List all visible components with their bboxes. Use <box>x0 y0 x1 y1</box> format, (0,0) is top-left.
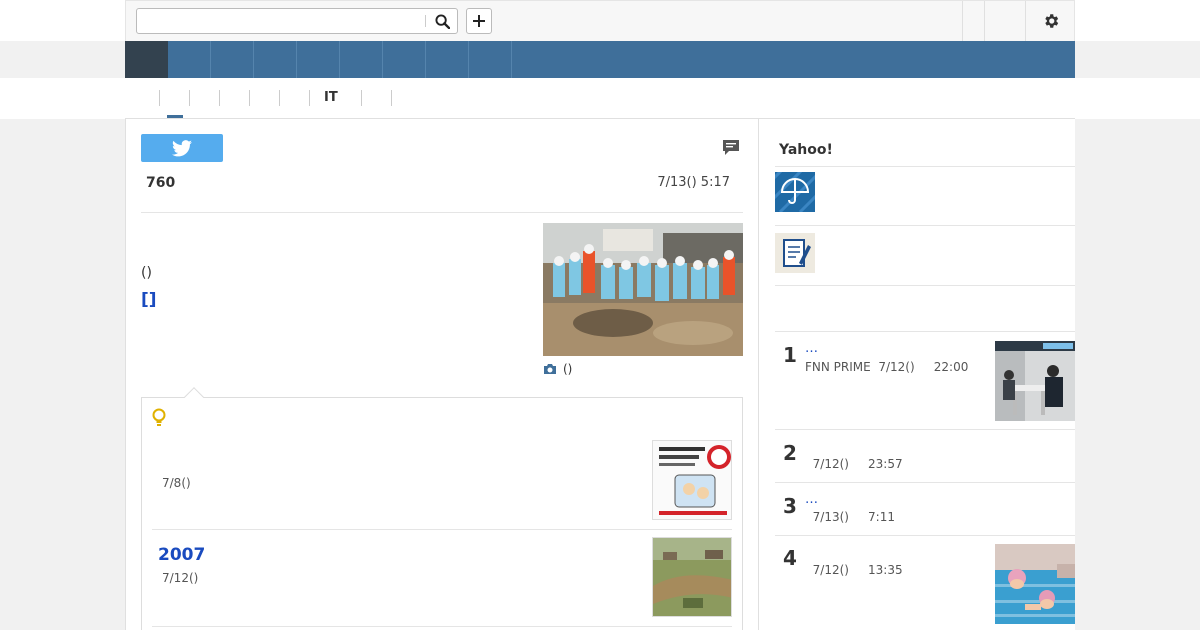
ranking-date: 7/13() <box>812 510 849 524</box>
nav-item-1[interactable] <box>168 41 211 78</box>
related-item-date: 7/8() <box>162 476 191 490</box>
ranking-number: 3 <box>783 494 797 518</box>
related-item-date: 7/12() <box>162 571 199 585</box>
sub-tab-7[interactable] <box>361 90 391 106</box>
gear-icon <box>1044 14 1058 28</box>
divider <box>775 535 1075 536</box>
category-nav <box>125 41 1075 78</box>
ranking-item[interactable]: 2 7/12() 23:57 <box>775 439 1075 481</box>
divider <box>775 482 1075 483</box>
divider <box>141 212 743 213</box>
ranking-time: 13:35 <box>868 563 903 577</box>
photo-caption[interactable]: () <box>543 362 572 376</box>
sub-tab-1[interactable] <box>159 90 189 106</box>
lightbulb-icon <box>152 408 166 426</box>
sub-tab-3[interactable] <box>219 90 249 106</box>
article-main: 760 7/13() 5:17 () [] () 7/8() 2007 7/12… <box>125 118 759 630</box>
top-menu-slot-2[interactable] <box>984 1 1025 41</box>
search-icon <box>434 13 450 29</box>
umbrella-icon <box>768 160 822 214</box>
nav-item-2[interactable] <box>211 41 254 78</box>
ranking-title[interactable]: … <box>805 341 818 356</box>
ranking-item[interactable]: 1 … FNN PRIME 7/12() 22:00 <box>775 341 1075 429</box>
add-button[interactable] <box>466 8 492 34</box>
twitter-icon <box>172 139 192 156</box>
article-date: 7/13() 5:17 <box>657 175 730 190</box>
nav-item-5[interactable] <box>340 41 383 78</box>
nav-item-3[interactable] <box>254 41 297 78</box>
sub-nav-bar: IT <box>0 78 1200 119</box>
swimmers-photo <box>995 544 1075 624</box>
ranking-item[interactable]: 3 … 7/13() 7:11 <box>775 492 1075 534</box>
sidebar-title: Yahoo! <box>779 142 833 158</box>
nav-item-home[interactable] <box>125 41 168 78</box>
ranking-thumbnail[interactable] <box>995 544 1075 624</box>
ranking-source: FNN PRIME <box>805 360 871 374</box>
related-articles: 7/8() 2007 7/12() <box>141 387 743 630</box>
flood-aerial-photo <box>653 538 731 616</box>
nav-item-6[interactable] <box>383 41 426 78</box>
ranking-number: 4 <box>783 546 797 570</box>
ranking-meta: FNN PRIME 7/12() 22:00 <box>805 360 968 374</box>
divider <box>775 285 1075 286</box>
nav-item-4[interactable] <box>297 41 340 78</box>
related-item[interactable]: 7/8() <box>152 440 732 530</box>
divider <box>775 225 1075 226</box>
ranking-time: 23:57 <box>868 457 903 471</box>
ranking-number: 2 <box>783 441 797 465</box>
settings-button[interactable] <box>1025 1 1075 41</box>
related-item-thumbnail[interactable] <box>652 537 732 617</box>
ranking-meta: 7/12() 13:35 <box>805 563 903 577</box>
ranking-item[interactable]: 4 7/12() 13:35 <box>775 544 1075 630</box>
plus-icon <box>473 15 485 27</box>
photo-caption-text: () <box>563 362 573 376</box>
search-box <box>136 8 458 34</box>
sub-tab-5[interactable] <box>279 90 309 106</box>
ranking-meta: 7/13() 7:11 <box>805 510 895 524</box>
rescue-workers-photo <box>543 223 743 356</box>
ranking-date: 7/12() <box>812 457 849 471</box>
comment-icon[interactable] <box>722 139 740 156</box>
related-item-thumbnail[interactable] <box>652 440 732 520</box>
camera-icon <box>544 364 556 374</box>
view-count: 760 <box>146 175 176 191</box>
ranking-time: 22:00 <box>933 360 969 374</box>
ranking-time: 7:11 <box>868 510 895 524</box>
sub-tab-4[interactable] <box>249 90 279 106</box>
ranking-number: 1 <box>783 343 797 367</box>
interview-room-photo <box>995 341 1075 421</box>
article-link[interactable]: [] <box>141 290 157 310</box>
sub-tab-8[interactable] <box>391 90 406 106</box>
weather-service-link[interactable] <box>768 160 822 214</box>
search-input[interactable] <box>137 9 425 33</box>
ranking-date: 7/12() <box>878 360 915 374</box>
sub-tab-2[interactable] <box>189 90 219 106</box>
top-bar <box>0 0 1200 41</box>
nav-item-8[interactable] <box>469 41 512 78</box>
related-notch <box>184 387 204 407</box>
ranking-meta: 7/12() 23:57 <box>805 457 903 471</box>
sub-tabs: IT <box>159 90 406 106</box>
ranking-thumbnail[interactable] <box>995 341 1075 421</box>
divider <box>775 166 1075 167</box>
related-item[interactable]: 2007 7/12() <box>152 537 732 627</box>
disaster-guide-illustration <box>653 441 731 519</box>
tweet-button[interactable] <box>141 134 223 162</box>
ranking-date: 7/12() <box>812 563 849 577</box>
notes-service-link[interactable] <box>775 233 815 273</box>
sub-tab-it[interactable]: IT <box>309 90 361 106</box>
top-menu-slot-1[interactable] <box>962 1 984 41</box>
ranking-title[interactable]: … <box>805 492 818 507</box>
related-item-title[interactable]: 2007 <box>158 545 205 565</box>
article-photo[interactable] <box>543 223 743 356</box>
search-button[interactable] <box>431 11 453 31</box>
search-divider <box>425 15 426 27</box>
top-bar-inner <box>125 0 1075 41</box>
divider <box>775 331 1075 332</box>
nav-item-7[interactable] <box>426 41 469 78</box>
notepad-icon <box>775 233 815 273</box>
article-source-text: () <box>141 265 152 281</box>
divider <box>775 429 1075 430</box>
sidebar: Yahoo! 1 … FNN PRIME 7/12() 22:00 2 7/12… <box>759 118 1075 630</box>
